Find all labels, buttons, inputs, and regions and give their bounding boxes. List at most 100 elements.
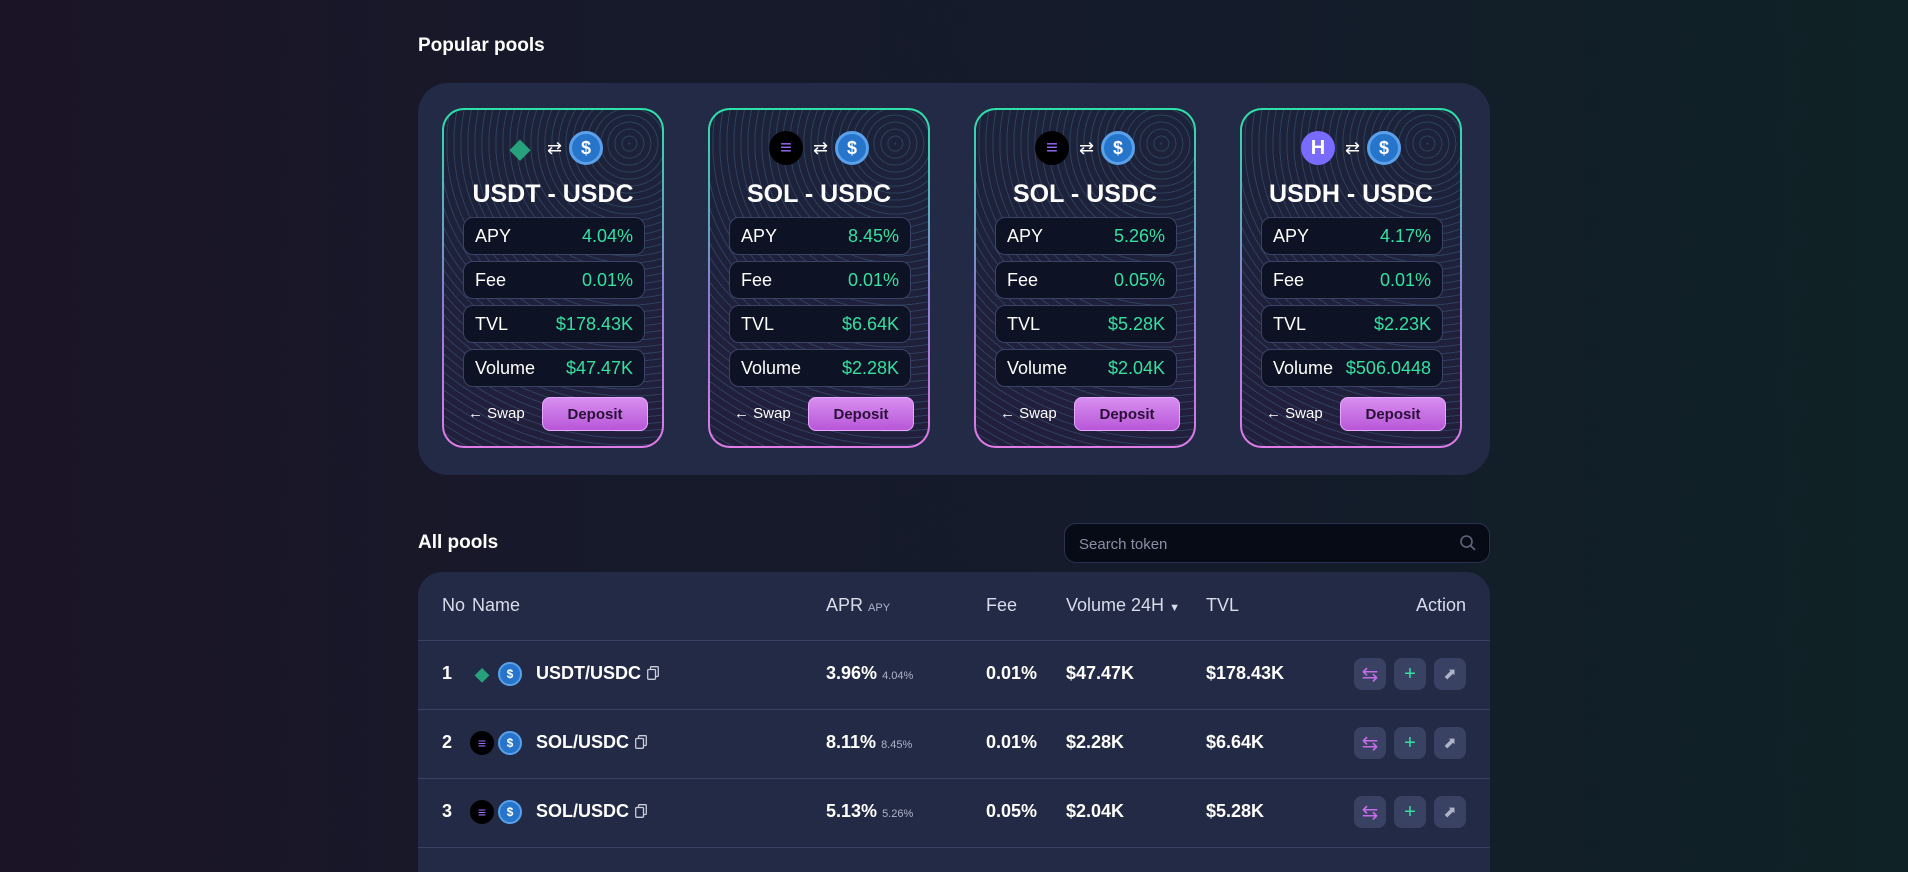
tvl-value: $6.64K bbox=[1206, 732, 1265, 752]
popular-pools-title: Popular pools bbox=[418, 35, 545, 56]
swap-link[interactable]: ← Swap bbox=[1000, 405, 1057, 422]
add-liquidity-button[interactable]: + bbox=[1394, 727, 1426, 759]
swap-arrows-icon: ⇄ bbox=[546, 137, 562, 158]
search-box bbox=[1064, 523, 1490, 564]
tvl-row: TVL $178.43K bbox=[463, 305, 645, 343]
swap-arrows-icon: ⇄ bbox=[812, 137, 828, 158]
fee-row: Fee 0.01% bbox=[1261, 261, 1443, 299]
pool-card-usdh-usdc[interactable]: H ⇄ $ USDH - USDC APY 4.17% Fee 0.01% TVL $… bbox=[1240, 108, 1462, 448]
arrow-left-icon: ← bbox=[1000, 405, 1015, 422]
copy-icon[interactable] bbox=[647, 666, 659, 680]
plus-icon: + bbox=[1404, 731, 1416, 754]
col-apr[interactable]: APR APY bbox=[826, 595, 890, 616]
search-input[interactable] bbox=[1077, 524, 1451, 564]
row-number: 2 bbox=[442, 732, 453, 752]
usdh-icon: H bbox=[1300, 131, 1335, 165]
external-link-button[interactable]: ⬈ bbox=[1434, 796, 1466, 828]
pools-table: No Name APR APY Fee Volume 24H ▼ TVL Act… bbox=[418, 572, 1490, 872]
usdc-icon: $ bbox=[569, 131, 604, 165]
table-row[interactable]: 3 ≡ $ SOL/USDC 5.13% 5.26% 0.05% $2.04K … bbox=[418, 779, 1490, 848]
usdc-icon: $ bbox=[498, 800, 522, 824]
usdt-icon: ◆ bbox=[509, 132, 530, 163]
external-link-button[interactable]: ⬈ bbox=[1434, 727, 1466, 759]
sol-icon: ≡ bbox=[470, 731, 494, 755]
swap-icon: ⇆ bbox=[1361, 663, 1379, 686]
deposit-button[interactable]: Deposit bbox=[1340, 397, 1446, 431]
pool-name: SOL/USDC bbox=[536, 801, 647, 822]
col-action: Action bbox=[1415, 595, 1466, 615]
copy-icon[interactable] bbox=[635, 804, 647, 818]
volume-value: $2.28K bbox=[1066, 732, 1125, 752]
table-row[interactable]: 2 ≡ $ SOL/USDC 8.11% 8.45% 0.01% $2.28K … bbox=[418, 710, 1490, 779]
swap-arrows-icon: ⇄ bbox=[1078, 137, 1094, 158]
arrow-left-icon: ← bbox=[1266, 405, 1281, 422]
pool-name: USDT - USDC bbox=[472, 180, 634, 208]
apr-value: 5.13% 5.26% bbox=[826, 801, 914, 821]
tvl-row: TVL $6.64K bbox=[729, 305, 911, 343]
volume-row: Volume $2.28K bbox=[729, 349, 911, 387]
tvl-value: $5.28K bbox=[1206, 801, 1265, 821]
fee-row: Fee 0.01% bbox=[463, 261, 645, 299]
pool-card-usdt-usdc[interactable]: ◆ ⇄ $ USDT - USDC APY 4.04% Fee 0.01% TVL $… bbox=[442, 108, 664, 448]
apy-row: APY 4.04% bbox=[463, 217, 645, 255]
external-link-icon: ⬈ bbox=[1443, 735, 1457, 752]
col-name: Name bbox=[472, 595, 521, 615]
external-link-icon: ⬈ bbox=[1443, 666, 1457, 683]
pool-name: USDT/USDC bbox=[536, 663, 659, 684]
caret-down-icon: ▼ bbox=[1169, 602, 1180, 614]
pool-name: USDH - USDC bbox=[1269, 180, 1433, 208]
swap-link[interactable]: ← Swap bbox=[1266, 405, 1323, 422]
pool-name: SOL - USDC bbox=[747, 180, 891, 208]
col-fee[interactable]: Fee bbox=[986, 595, 1017, 616]
fee-value: 0.01% bbox=[986, 732, 1038, 752]
swap-arrows-icon: ⇄ bbox=[1344, 137, 1360, 158]
usdc-icon: $ bbox=[1101, 131, 1136, 165]
usdc-icon: $ bbox=[498, 662, 522, 686]
swap-action-button[interactable]: ⇆ bbox=[1354, 727, 1386, 759]
row-number: 3 bbox=[442, 801, 453, 821]
swap-action-button[interactable]: ⇆ bbox=[1354, 658, 1386, 690]
swap-icon: ⇆ bbox=[1361, 732, 1379, 755]
tvl-value: $178.43K bbox=[1206, 663, 1285, 683]
deposit-button[interactable]: Deposit bbox=[808, 397, 914, 431]
fee-row: Fee 0.05% bbox=[995, 261, 1177, 299]
fee-row: Fee 0.01% bbox=[729, 261, 911, 299]
usdc-icon: $ bbox=[498, 731, 522, 755]
table-header: No Name APR APY Fee Volume 24H ▼ TVL Act… bbox=[418, 572, 1490, 641]
apy-row: APY 4.17% bbox=[1261, 217, 1443, 255]
search-icon[interactable] bbox=[1459, 534, 1477, 552]
sol-icon: ≡ bbox=[470, 800, 494, 824]
plus-icon: + bbox=[1404, 662, 1416, 685]
tvl-row: TVL $5.28K bbox=[995, 305, 1177, 343]
apr-value: 8.11% 8.45% bbox=[826, 732, 913, 752]
copy-icon[interactable] bbox=[635, 735, 647, 749]
deposit-button[interactable]: Deposit bbox=[542, 397, 648, 431]
add-liquidity-button[interactable]: + bbox=[1394, 796, 1426, 828]
arrow-left-icon: ← bbox=[734, 405, 749, 422]
apy-row: APY 5.26% bbox=[995, 217, 1177, 255]
col-volume[interactable]: Volume 24H ▼ bbox=[1066, 595, 1180, 616]
pool-card-sol-usdc[interactable]: ≡ ⇄ $ SOL - USDC APY 8.45% Fee 0.01% TVL $6… bbox=[708, 108, 930, 448]
table-row[interactable]: 1 ◆ $ USDT/USDC 3.96% 4.04% 0.01% $47.47… bbox=[418, 641, 1490, 710]
deposit-button[interactable]: Deposit bbox=[1074, 397, 1180, 431]
volume-row: Volume $47.47K bbox=[463, 349, 645, 387]
volume-row: Volume $506.0448 bbox=[1261, 349, 1443, 387]
tvl-row: TVL $2.23K bbox=[1261, 305, 1443, 343]
plus-icon: + bbox=[1404, 800, 1416, 823]
add-liquidity-button[interactable]: + bbox=[1394, 658, 1426, 690]
volume-value: $47.47K bbox=[1066, 663, 1135, 683]
swap-link[interactable]: ← Swap bbox=[734, 405, 791, 422]
fee-value: 0.05% bbox=[986, 801, 1038, 821]
pool-card-sol-usdc[interactable]: ≡ ⇄ $ SOL - USDC APY 5.26% Fee 0.05% TVL $5… bbox=[974, 108, 1196, 448]
usdt-icon: ◆ bbox=[475, 663, 489, 684]
swap-icon: ⇆ bbox=[1361, 801, 1379, 824]
external-link-button[interactable]: ⬈ bbox=[1434, 658, 1466, 690]
swap-action-button[interactable]: ⇆ bbox=[1354, 796, 1386, 828]
swap-link[interactable]: ← Swap bbox=[468, 405, 525, 422]
col-tvl[interactable]: TVL bbox=[1206, 595, 1239, 616]
col-no: No bbox=[442, 595, 466, 615]
popular-pools-panel: ◆ ⇄ $ USDT - USDC APY 4.04% Fee 0.01% TVL $… bbox=[418, 83, 1490, 475]
sol-icon: ≡ bbox=[1034, 131, 1069, 165]
external-link-icon: ⬈ bbox=[1443, 804, 1457, 821]
arrow-left-icon: ← bbox=[468, 405, 483, 422]
